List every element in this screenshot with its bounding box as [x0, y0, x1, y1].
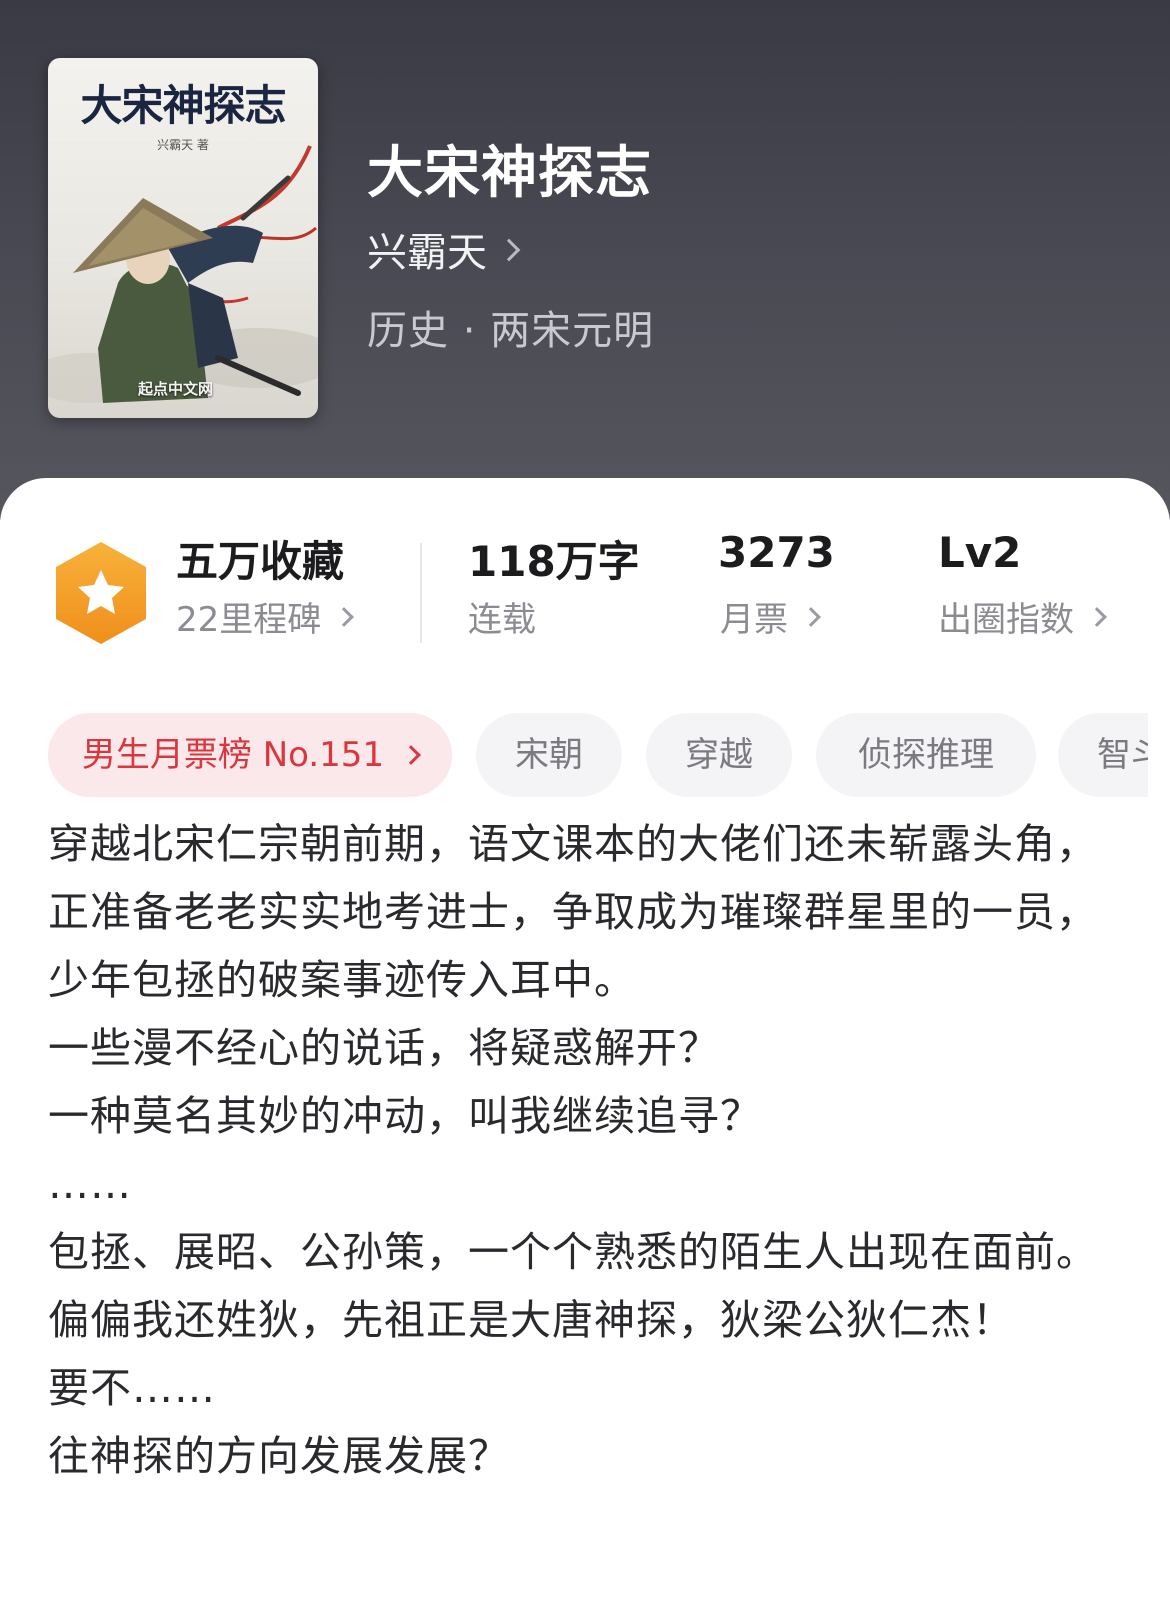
chevron-right-icon [1087, 606, 1107, 627]
tag-time-travel[interactable]: 穿越 [646, 713, 792, 797]
stats-row: 五万收藏 22里程碑 118万字 连载 3273 月票 Lv2 出圈指数 [0, 478, 1170, 658]
monthly-ticket-link[interactable]: 月票 [720, 592, 821, 641]
cover-title: 大宋神探志 [80, 81, 286, 130]
ranking-tag-label: 男生月票榜 No.151 [81, 735, 385, 775]
chevron-right-icon [801, 606, 821, 627]
cover-publisher-logo: 起点中文网 [138, 380, 214, 398]
serial-status-label: 连载 [468, 600, 536, 640]
milestone-label: 22里程碑 [176, 600, 322, 640]
book-cover[interactable]: 大宋神探志 兴霸天 著 起点中文网 [48, 58, 318, 418]
synopsis-paragraph: 穿越北宋仁宗朝前期，语文课本的大佬们还未崭露头角，正准备老老实实地考进士，争取成… [48, 820, 1098, 1004]
tag-song-dynasty[interactable]: 宋朝 [476, 713, 622, 797]
book-header: 大宋神探志 兴霸天 著 起点中文网 大宋神探志 兴霸天 历史 · 两宋元明 [0, 0, 1170, 520]
synopsis-paragraph: 包拯、展昭、公孙策，一个个熟悉的陌生人出现在面前。 [48, 1228, 1098, 1276]
chevron-right-icon [401, 745, 421, 765]
chevron-right-icon [497, 238, 521, 262]
tag-list: 男生月票榜 No.151 宋朝 穿越 侦探推理 智斗 [48, 713, 1148, 797]
author-link[interactable]: 兴霸天 [367, 220, 521, 278]
synopsis-paragraph: 一些漫不经心的说话，将疑惑解开？ [48, 1024, 720, 1072]
author-name: 兴霸天 [367, 230, 487, 276]
word-count: 118万字 [468, 537, 640, 586]
book-synopsis[interactable]: 穿越北宋仁宗朝前期，语文课本的大佬们还未崭露头角，正准备老老实实地考进士，争取成… [48, 810, 1138, 1490]
favorites-count: 五万收藏 [176, 537, 345, 586]
synopsis-paragraph: 往神探的方向发展发展？ [48, 1432, 510, 1480]
monthly-ticket-count: 3273 [718, 528, 835, 577]
chevron-right-icon [334, 606, 355, 627]
book-info-card: 五万收藏 22里程碑 118万字 连载 3273 月票 Lv2 出圈指数 男生月… [0, 478, 1170, 1604]
star-badge-icon [56, 542, 146, 644]
monthly-ticket-label: 月票 [720, 600, 788, 640]
milestone-link[interactable]: 22里程碑 [176, 592, 355, 641]
synopsis-paragraph: 要不…… [48, 1364, 216, 1412]
synopsis-paragraph: …… [48, 1160, 132, 1208]
serial-status: 连载 [468, 592, 536, 641]
book-category[interactable]: 历史 · 两宋元明 [367, 298, 654, 356]
book-detail-page: 大宋神探志 兴霸天 著 起点中文网 大宋神探志 兴霸天 历史 · 两宋元明 五万… [0, 0, 1170, 1604]
stats-divider [420, 543, 422, 643]
influence-label: 出圈指数 [938, 600, 1074, 640]
ranking-tag[interactable]: 男生月票榜 No.151 [48, 713, 452, 797]
tag-detective[interactable]: 侦探推理 [816, 713, 1036, 797]
tag-wit[interactable]: 智斗 [1058, 713, 1148, 797]
influence-level: Lv2 [938, 528, 1022, 577]
book-title: 大宋神探志 [367, 141, 652, 206]
cover-author: 兴霸天 著 [157, 138, 209, 152]
synopsis-paragraph: 偏偏我还姓狄，先祖正是大唐神探，狄梁公狄仁杰！ [48, 1296, 1014, 1344]
synopsis-paragraph: 一种莫名其妙的冲动，叫我继续追寻？ [48, 1092, 762, 1140]
influence-link[interactable]: 出圈指数 [938, 592, 1107, 641]
